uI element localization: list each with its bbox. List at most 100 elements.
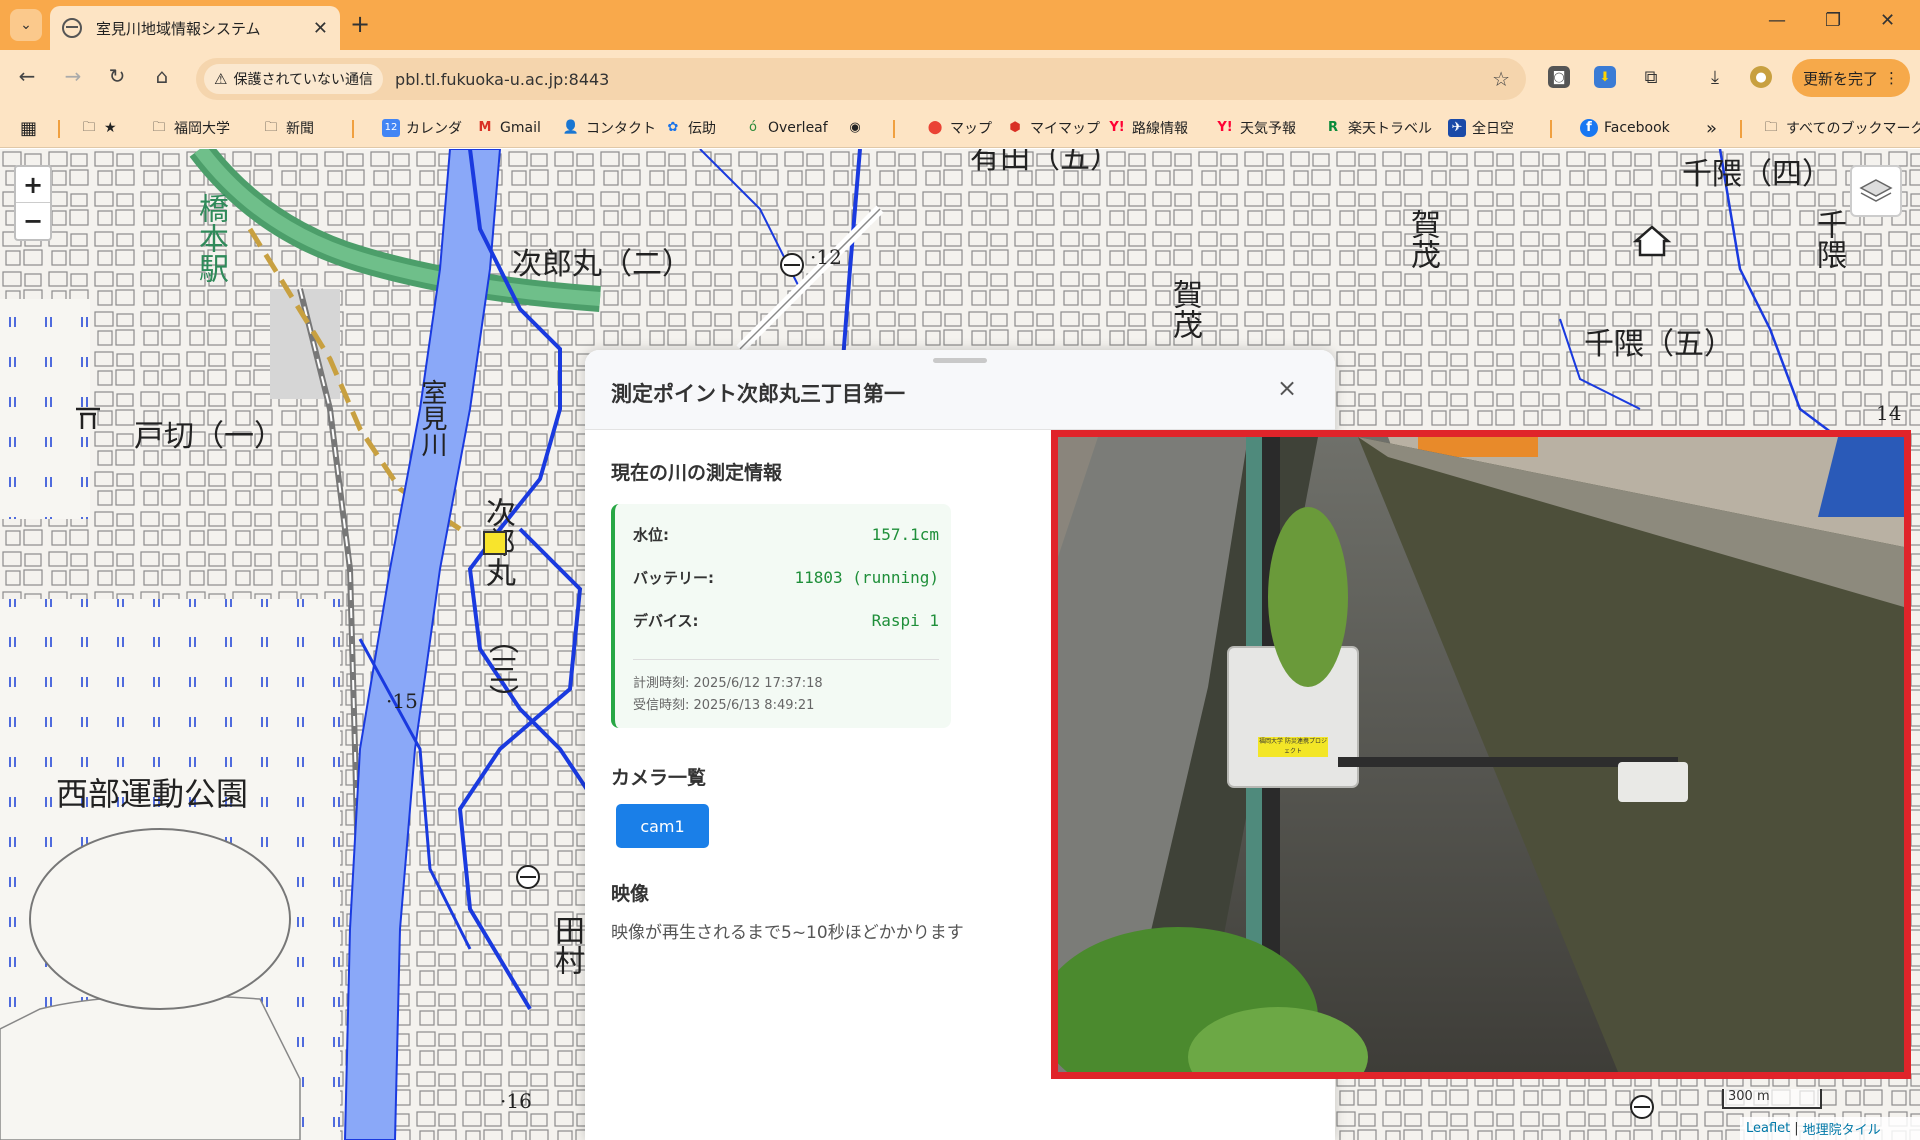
map-label: 次郎丸（二）: [512, 247, 692, 282]
map-label: 賀茂: [1405, 209, 1440, 269]
bookmark-star-icon[interactable]: ☆: [1492, 67, 1510, 91]
bookmark-link[interactable]: ◉: [846, 116, 870, 140]
close-tab-icon[interactable]: ✕: [313, 18, 328, 39]
globe-icon: ◉: [849, 120, 861, 135]
measure-card: 水位: 157.1cm バッテリー: 11803 (running) デバイス:…: [611, 504, 951, 728]
map-label: 千隈（四）: [1682, 157, 1832, 192]
map-label: 有田（五）: [970, 149, 1120, 176]
map-label: ·12: [810, 245, 842, 269]
leaflet-link[interactable]: Leaflet: [1746, 1121, 1790, 1136]
drag-handle[interactable]: [933, 358, 987, 363]
globe-icon: [62, 18, 82, 38]
device-row: デバイス: Raspi 1: [633, 610, 939, 630]
bookmark-folder-star[interactable]: 🗀 ★: [80, 116, 116, 140]
water-level-row: 水位: 157.1cm: [633, 524, 939, 544]
close-window-icon[interactable]: ✕: [1880, 10, 1895, 31]
gsi-tiles-link[interactable]: 地理院タイル: [1803, 1119, 1881, 1138]
bookmark-link[interactable]: Y! 路線情報: [1108, 116, 1188, 140]
security-chip[interactable]: ⚠ 保護されていない通信: [204, 64, 384, 94]
map-label: 橋本駅: [193, 193, 228, 283]
battery-row: バッテリー: 11803 (running): [633, 567, 939, 587]
received-timestamp: 受信時刻: 2025/6/13 8:49:21: [633, 698, 815, 713]
close-icon[interactable]: ×: [1277, 374, 1297, 402]
camera-video[interactable]: 福岡大学 防災連携プロジェクト: [1051, 430, 1911, 1079]
bookmark-link[interactable]: 12 カレンダ: [382, 116, 462, 140]
browser-toolbar: ← → ↻ ⌂ ⚠ 保護されていない通信 pbl.tl.fukuoka-u.ac…: [0, 50, 1920, 108]
measure-section-title: 現在の川の測定情報: [611, 462, 783, 484]
bookmark-link[interactable]: ó Overleaf: [744, 116, 828, 140]
map-label: 西部運動公園: [56, 775, 249, 813]
map-label: 千隈: [1811, 209, 1846, 269]
map-label: （三）: [483, 624, 518, 714]
back-icon[interactable]: ←: [12, 64, 42, 88]
bookmark-link[interactable]: ⬤ マップ: [926, 116, 992, 140]
map-label: 14: [1876, 401, 1902, 425]
puzzle-icon[interactable]: ⧉: [1640, 66, 1662, 88]
folder-icon: 🗀: [82, 120, 96, 135]
map-label: ·15: [386, 689, 418, 713]
bookmark-link[interactable]: ⬢ マイマップ: [1006, 116, 1100, 140]
overleaf-icon: ó: [749, 120, 757, 135]
bookmark-folder[interactable]: 🗀 福岡大学: [150, 116, 230, 140]
folder-icon: 🗀: [152, 120, 166, 135]
tab-search-button[interactable]: ⌄: [10, 9, 42, 41]
bookmark-folder[interactable]: 🗀 新聞: [262, 116, 314, 140]
security-label: 保護されていない通信: [233, 72, 374, 88]
device-value: Raspi 1: [871, 610, 939, 630]
rakuten-icon: R: [1327, 120, 1338, 135]
densuke-icon: ✿: [667, 120, 679, 135]
reload-icon[interactable]: ↻: [102, 64, 132, 88]
bookmark-link[interactable]: 👤 コンタクト: [562, 116, 656, 140]
bookmarks-bar: ▦ 🗀 ★ 🗀 福岡大学 🗀 新聞 12 カレンダ M Gmail 👤 コンタクト ✿ 伝助 …: [0, 108, 1920, 148]
home-icon[interactable]: ⌂: [147, 64, 177, 88]
extension-icon[interactable]: ◙: [1548, 66, 1570, 88]
bookmark-link[interactable]: Y! 天気予報: [1216, 116, 1296, 140]
scale-bar: 300 m: [1722, 1089, 1822, 1109]
map-label: 戸切（一）: [134, 419, 284, 454]
download-ext-icon[interactable]: ⬇: [1594, 66, 1616, 88]
bookmark-link[interactable]: ✿ 伝助: [664, 116, 716, 140]
restore-icon[interactable]: ❐: [1825, 10, 1841, 31]
cam1-button[interactable]: cam1: [616, 804, 709, 848]
update-label: 更新を完了: [1802, 69, 1878, 88]
video-section-title: 映像: [611, 883, 650, 905]
tab-title: 室見川地域情報システム: [96, 19, 261, 38]
url-text[interactable]: pbl.tl.fukuoka-u.ac.jp:8443: [395, 70, 1492, 89]
all-bookmarks[interactable]: 🗀 すべてのブックマーク: [1762, 116, 1920, 140]
map-label: 千隈（五）: [1584, 327, 1734, 362]
new-tab-button[interactable]: +: [350, 10, 370, 38]
more-bookmarks[interactable]: »: [1706, 116, 1717, 140]
facebook-icon: f: [1580, 119, 1598, 137]
forward-icon[interactable]: →: [58, 64, 88, 88]
chevron-down-icon: ⌄: [20, 17, 32, 33]
map-label: ·16: [500, 1089, 532, 1113]
mymaps-icon: ⬢: [1009, 120, 1021, 135]
more-vert-icon: ⋮: [1884, 69, 1899, 87]
zoom-control: + −: [14, 165, 52, 241]
bookmark-link[interactable]: f Facebook: [1580, 116, 1670, 140]
tab-bar: ⌄ 室見川地域情報システム ✕ + — ❐ ✕: [0, 0, 1920, 50]
zoom-in-button[interactable]: +: [16, 167, 50, 203]
bookmark-link[interactable]: ✈ 全日空: [1448, 116, 1514, 140]
profile-avatar[interactable]: ●: [1750, 66, 1772, 88]
downloads-icon[interactable]: ⤓: [1704, 66, 1726, 88]
update-button[interactable]: 更新を完了 ⋮: [1792, 59, 1910, 97]
gmail-icon: M: [478, 120, 492, 135]
map-label: 田村: [549, 915, 584, 975]
address-bar[interactable]: ⚠ 保護されていない通信 pbl.tl.fukuoka-u.ac.jp:8443…: [196, 58, 1526, 100]
bookmark-link[interactable]: M Gmail: [476, 116, 541, 140]
folder-icon: 🗀: [264, 120, 278, 135]
minimize-icon[interactable]: —: [1768, 10, 1786, 31]
bookmark-link[interactable]: R 楽天トラベル: [1324, 116, 1432, 140]
measured-timestamp: 計測時刻: 2025/6/12 17:37:18: [633, 676, 823, 691]
measure-point-marker[interactable]: [483, 531, 507, 555]
map-label: 室見川: [417, 379, 447, 457]
attribution: Leaflet | 地理院タイル: [1740, 1117, 1920, 1140]
active-tab[interactable]: 室見川地域情報システム ✕: [50, 6, 340, 50]
layers-icon: [1859, 179, 1893, 202]
layers-button[interactable]: [1850, 165, 1902, 217]
video-loading-note: 映像が再生されるまで5~10秒ほどかかります: [611, 923, 964, 943]
zoom-out-button[interactable]: −: [16, 203, 50, 239]
water-level-value: 157.1cm: [871, 524, 939, 544]
apps-grid-icon[interactable]: ▦: [20, 116, 37, 140]
